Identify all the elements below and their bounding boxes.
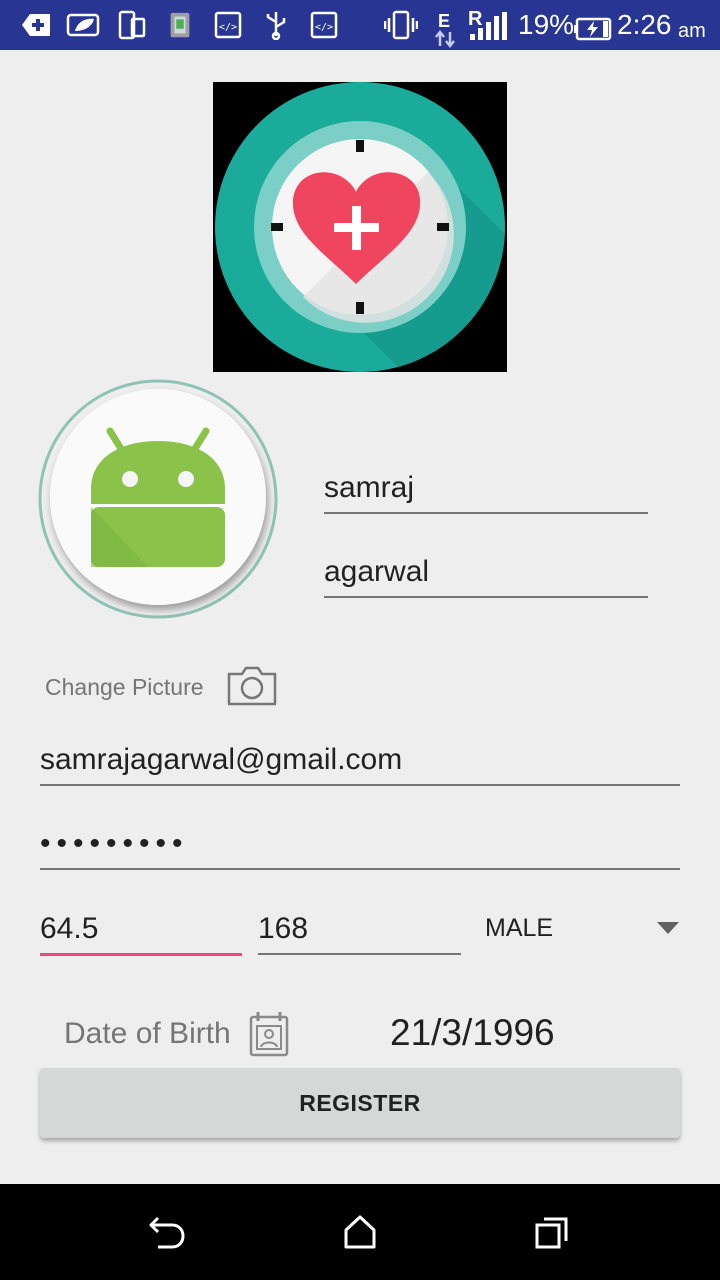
archive-icon bbox=[170, 12, 190, 38]
dob-value[interactable]: 21/3/1996 bbox=[390, 1012, 555, 1054]
status-bar: </> </> E R 19% 2:26 am bbox=[0, 0, 720, 50]
data-arrows-icon bbox=[435, 29, 455, 49]
back-icon[interactable] bbox=[148, 1214, 186, 1250]
svg-text:</>: </> bbox=[219, 22, 237, 33]
email-field[interactable]: samrajagarwal@gmail.com bbox=[40, 740, 680, 786]
profile-avatar[interactable] bbox=[38, 379, 278, 619]
clock-time: 2:26 bbox=[617, 9, 672, 40]
clock-ampm: am bbox=[678, 20, 706, 42]
change-picture-label[interactable]: Change Picture bbox=[45, 674, 204, 701]
home-icon[interactable] bbox=[342, 1214, 378, 1250]
dropdown-arrow-icon bbox=[657, 922, 679, 934]
first-name-value: samraj bbox=[324, 471, 415, 504]
battery-percent: 19% bbox=[518, 9, 575, 40]
svg-text:</>: </> bbox=[315, 22, 333, 33]
app-logo bbox=[213, 82, 507, 372]
weight-value: 64.5 bbox=[40, 912, 99, 945]
android-avatar-icon bbox=[38, 379, 278, 619]
code-icon: </> bbox=[214, 11, 242, 39]
dob-label: Date of Birth bbox=[64, 1017, 231, 1050]
code-icon: </> bbox=[310, 11, 338, 39]
register-button[interactable]: REGISTER bbox=[40, 1068, 680, 1138]
password-value: ••••••••• bbox=[40, 827, 189, 860]
height-value: 168 bbox=[258, 912, 309, 945]
signal-icon bbox=[470, 12, 507, 40]
battery-charging-icon bbox=[574, 17, 612, 41]
calendar-contact-icon[interactable] bbox=[248, 1010, 292, 1058]
add-box-icon bbox=[22, 14, 50, 36]
recents-icon[interactable] bbox=[534, 1216, 570, 1250]
tablet-icon bbox=[118, 10, 146, 40]
weight-field[interactable]: 64.5 bbox=[40, 909, 242, 956]
leaf-icon bbox=[66, 13, 100, 37]
last-name-field[interactable]: agarwal bbox=[324, 552, 648, 598]
camera-icon[interactable] bbox=[226, 665, 278, 707]
email-value: samrajagarwal@gmail.com bbox=[40, 743, 403, 776]
navigation-bar bbox=[0, 1184, 720, 1280]
last-name-value: agarwal bbox=[324, 555, 430, 588]
usb-icon bbox=[266, 12, 286, 40]
first-name-field[interactable]: samraj bbox=[324, 468, 648, 514]
gender-dropdown[interactable]: MALE bbox=[485, 910, 681, 950]
heart-clock-logo bbox=[215, 82, 505, 372]
password-field[interactable]: ••••••••• bbox=[40, 824, 680, 870]
height-field[interactable]: 168 bbox=[258, 909, 461, 955]
vibrate-icon bbox=[384, 10, 418, 40]
gender-value: MALE bbox=[485, 914, 554, 942]
